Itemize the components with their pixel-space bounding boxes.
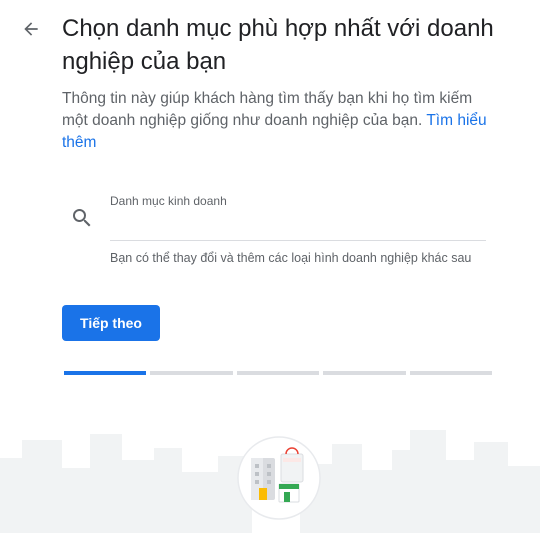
progress-step-2	[150, 371, 233, 375]
progress-step-4	[323, 371, 406, 375]
page-title: Chọn danh mục phù hợp nhất với doanh ngh…	[62, 15, 494, 75]
progress-step-3	[236, 371, 320, 375]
progress-step-5	[409, 371, 493, 375]
back-button[interactable]	[16, 14, 46, 44]
category-field-label: Danh mục kinh doanh	[110, 194, 227, 208]
category-helper-text: Bạn có thể thay đổi và thêm các loại hìn…	[110, 251, 472, 265]
page-description: Thông tin này giúp khách hàng tìm thấy b…	[62, 88, 502, 154]
search-icon	[73, 209, 91, 227]
progress-indicator	[64, 371, 493, 375]
description-text: Thông tin này giúp khách hàng tìm thấy b…	[62, 90, 473, 129]
next-button[interactable]: Tiếp theo	[62, 305, 160, 341]
progress-step-1	[64, 371, 147, 375]
arrow-back-icon	[24, 22, 38, 36]
business-storefront-illustration	[237, 436, 321, 520]
page: Chọn danh mục phù hợp nhất với doanh ngh…	[0, 0, 540, 533]
category-input[interactable]	[110, 212, 486, 241]
